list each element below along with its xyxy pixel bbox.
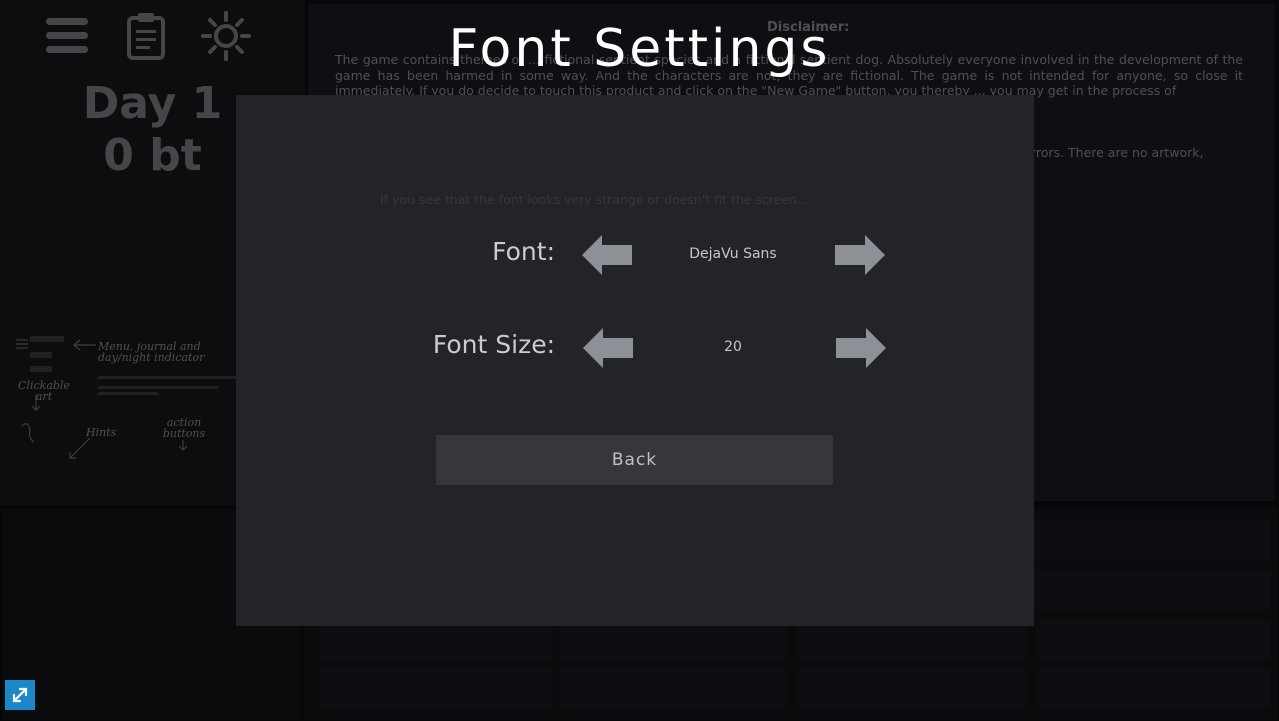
font-size-value: 20 — [724, 339, 742, 355]
faint-hint-text: If you see that the font looks very stra… — [380, 192, 809, 207]
font-next-arrow-icon[interactable] — [835, 235, 885, 275]
back-button[interactable]: Back — [436, 435, 833, 485]
dialog-title: Font Settings — [448, 19, 831, 79]
font-settings-dialog — [236, 95, 1034, 626]
font-size-increase-arrow-icon[interactable] — [836, 328, 886, 368]
fullscreen-expand-icon[interactable] — [5, 680, 35, 710]
font-size-label: Font Size: — [432, 330, 555, 359]
font-size-decrease-arrow-icon[interactable] — [583, 328, 633, 368]
font-label: Font: — [492, 237, 555, 266]
font-prev-arrow-icon[interactable] — [582, 235, 632, 275]
font-value: DejaVu Sans — [689, 246, 777, 262]
